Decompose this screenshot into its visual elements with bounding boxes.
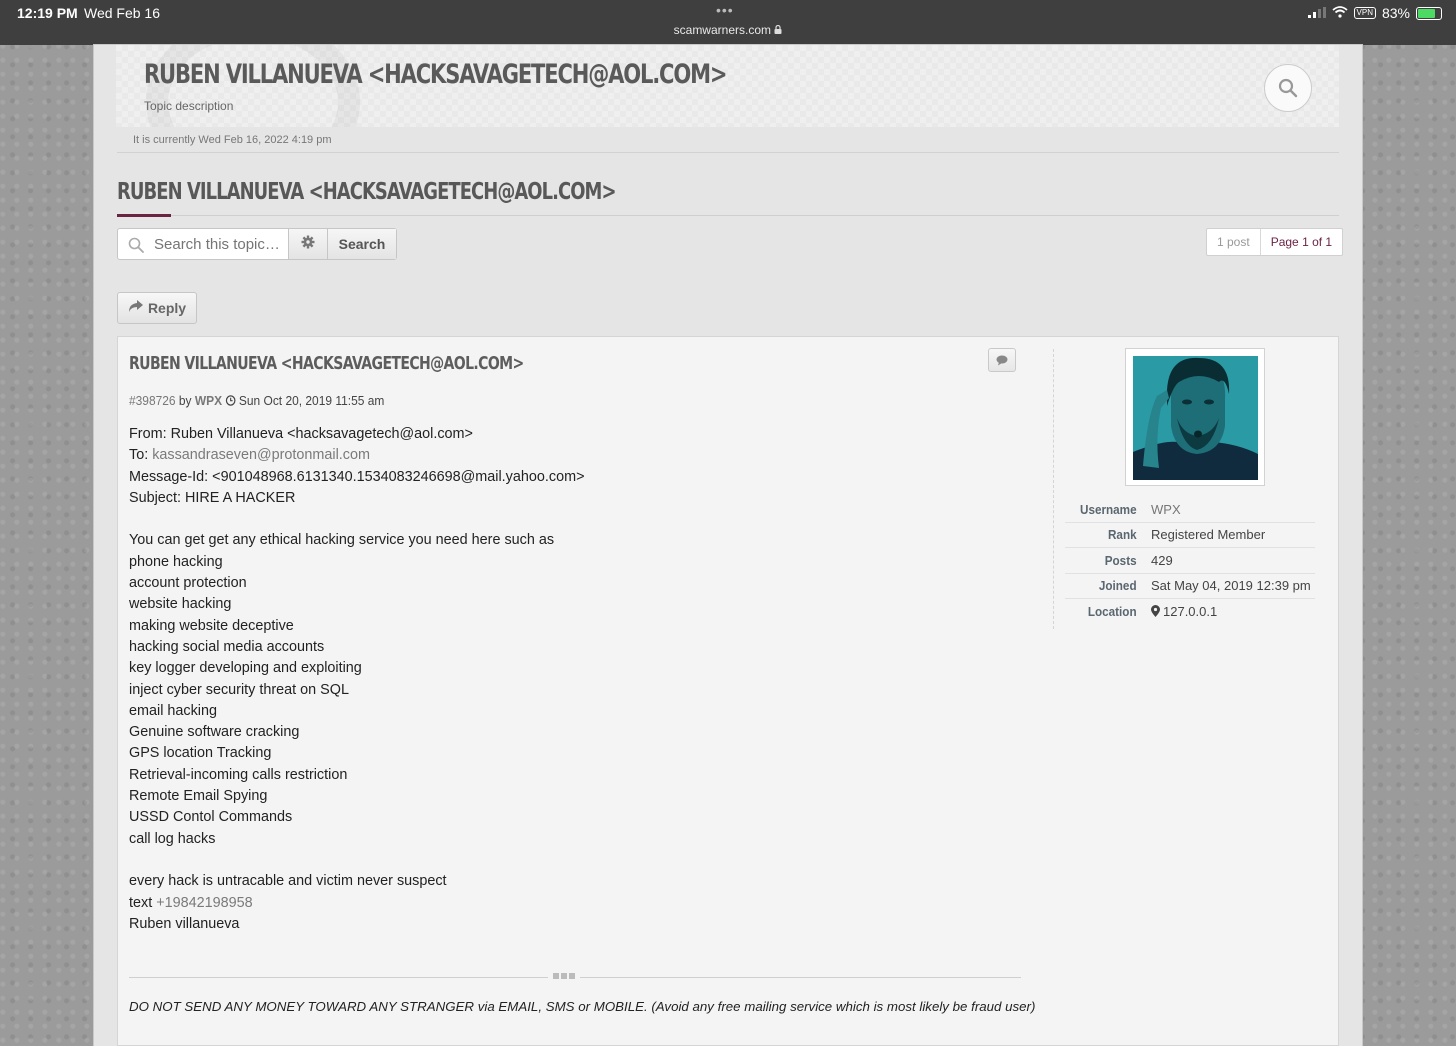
topic-search-input[interactable] (152, 235, 288, 254)
post-line: From: Ruben Villanueva <hacksavagetech@a… (129, 426, 473, 442)
search-icon (1278, 78, 1298, 98)
header-search-button[interactable] (1264, 64, 1312, 112)
profile-label: Joined (1098, 578, 1137, 594)
post-line: hacking social media accounts (129, 638, 325, 655)
post-content: From: Ruben Villanueva <hacksavagetech@a… (129, 424, 1009, 935)
reply-label: Reply (147, 300, 187, 316)
post-count: 1 post (1207, 229, 1261, 255)
profile-row-joined: Joined Sat May 04, 2019 12:39 pm (1065, 574, 1315, 599)
post-line: website hacking (129, 596, 232, 613)
page-indicator[interactable]: Page 1 of 1 (1261, 229, 1342, 255)
gear-icon (301, 235, 315, 253)
signal-icon (1307, 5, 1326, 21)
post-meta: #398726 by WPX Sun Oct 20, 2019 11:55 am (129, 393, 384, 408)
profile-label: Posts (1104, 552, 1137, 568)
site-title[interactable]: RUBEN VILLANUEVA <HACKSAVAGETECH@AOL.COM… (144, 59, 728, 90)
topic-title-accent (117, 214, 171, 217)
site-description: Topic description (144, 99, 234, 113)
topic-title-rule (117, 215, 1339, 216)
post-line-link[interactable]: +19842198958 (156, 895, 252, 911)
lock-icon (774, 23, 782, 37)
profile-label: Rank (1107, 527, 1137, 543)
post-line: text +19842198958 (129, 893, 1009, 914)
post-line: GPS location Tracking (129, 745, 272, 762)
post-datetime: Sun Oct 20, 2019 11:55 am (238, 393, 385, 408)
post-line: You can get get any ethical hacking serv… (129, 532, 555, 549)
post-line: email hacking (129, 702, 217, 719)
post-line: Remote Email Spying (129, 788, 268, 805)
battery-percent: 83% (1381, 5, 1410, 21)
post-line: Message-Id: <901048968.6131340.153408324… (129, 468, 585, 485)
current-time: It is currently Wed Feb 16, 2022 4:19 pm (117, 127, 1339, 153)
post-line: Ruben villanueva (129, 915, 240, 932)
clock-icon (225, 393, 238, 408)
battery-icon (1416, 6, 1442, 20)
profile-row-posts: Posts 429 (1065, 548, 1315, 574)
post-line: key logger developing and exploiting (129, 660, 362, 677)
profile-row-location: Location 127.0.0.1 (1065, 599, 1315, 624)
site-header: RUBEN VILLANUEVA <HACKSAVAGETECH@AOL.COM… (116, 45, 1339, 127)
profile-value: Registered Member (1151, 527, 1266, 543)
reply-button[interactable]: Reply (117, 292, 197, 324)
address-url: scamwarners.com (673, 23, 771, 37)
speech-bubble-icon (996, 355, 1008, 365)
author-profile: Username WPX Rank Registered Member Posts 429… (1065, 497, 1315, 624)
post-signature: DO NOT SEND ANY MONEY TOWARD ANY STRANGE… (129, 999, 1036, 1014)
vpn-badge: VPN (1353, 7, 1376, 19)
topic-search-box: Search (117, 228, 397, 260)
post-line-link[interactable]: kassandraseven@protonmail.com (152, 447, 370, 463)
signature-dots-icon (548, 971, 580, 983)
reply-arrow-icon (128, 300, 144, 316)
profile-row-rank: Rank Registered Member (1065, 523, 1315, 548)
profile-label: Username (1080, 501, 1137, 517)
post-by: by (178, 393, 192, 408)
profile-value: Sat May 04, 2019 12:39 pm (1151, 578, 1311, 594)
post-line: call log hacks (129, 830, 216, 847)
search-icon (128, 237, 144, 253)
location-text: 127.0.0.1 (1163, 603, 1218, 619)
post-line: Retrieval-incoming calls restriction (129, 766, 348, 783)
status-bar: 12:19 PM Wed Feb 16 ••• scamwarners.com … (0, 0, 1456, 45)
post-line: To: kassandraseven@protonmail.com (129, 445, 1009, 466)
status-time: 12:19 PM (17, 5, 78, 21)
advanced-search-button[interactable] (288, 229, 327, 259)
profile-row-username: Username WPX (1065, 497, 1315, 523)
wifi-icon (1331, 5, 1348, 21)
pagination: 1 post Page 1 of 1 (1206, 228, 1344, 256)
topic-search-field[interactable] (118, 229, 288, 259)
post-line-prefix: text (129, 894, 157, 911)
post: RUBEN VILLANUEVA <HACKSAVAGETECH@AOL.COM… (117, 336, 1339, 1046)
post-line: making website deceptive (129, 617, 294, 634)
profile-label: Location (1087, 603, 1137, 619)
profile-value[interactable]: WPX (1151, 502, 1181, 517)
post-line: Subject: HIRE A HACKER (129, 489, 296, 506)
post-line-prefix: To: (129, 447, 153, 464)
post-title[interactable]: RUBEN VILLANUEVA <HACKSAVAGETECH@AOL.COM… (129, 353, 524, 374)
post-author[interactable]: WPX (195, 393, 222, 408)
post-line: phone hacking (129, 553, 223, 570)
avatar (1133, 356, 1258, 480)
post-line: inject cyber security threat on SQL (129, 681, 349, 698)
profile-value: 429 (1151, 552, 1173, 568)
quote-button[interactable] (988, 348, 1016, 372)
search-button[interactable]: Search (327, 229, 396, 259)
post-line: every hack is untracable and victim neve… (129, 873, 447, 890)
map-marker-icon (1151, 604, 1160, 617)
profile-value: 127.0.0.1 (1151, 604, 1217, 619)
post-line: USSD Contol Commands (129, 809, 293, 826)
post-line (129, 509, 1009, 530)
post-line: Genuine software cracking (129, 724, 300, 741)
topic-title[interactable]: RUBEN VILLANUEVA <HACKSAVAGETECH@AOL.COM… (117, 179, 616, 205)
post-id-link[interactable]: #398726 (129, 393, 176, 408)
multitask-dots-icon[interactable]: ••• (716, 2, 734, 18)
post-line (129, 850, 1009, 871)
address-bar[interactable]: scamwarners.com (0, 23, 1456, 37)
status-date: Wed Feb 16 (84, 5, 161, 21)
post-line: account protection (129, 575, 247, 592)
author-avatar-frame[interactable] (1125, 348, 1265, 486)
status-right: VPN 83% (1307, 5, 1442, 21)
profile-divider (1053, 349, 1055, 629)
page-wrap: RUBEN VILLANUEVA <HACKSAVAGETECH@AOL.COM… (94, 45, 1362, 1046)
